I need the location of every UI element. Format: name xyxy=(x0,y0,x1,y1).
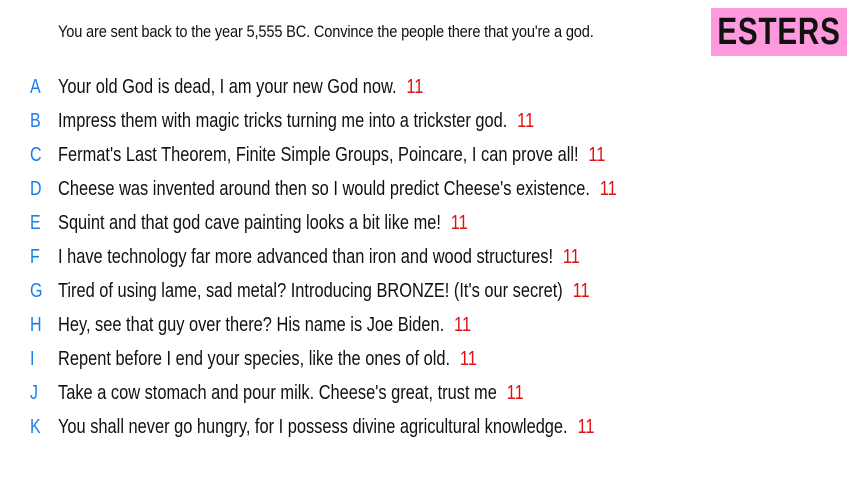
answer-option-a[interactable]: A Your old God is dead, I am your new Go… xyxy=(0,70,853,104)
answer-text: You shall never go hungry, for I possess… xyxy=(58,415,568,438)
answer-letter: J xyxy=(30,381,38,404)
answer-text: Your old God is dead, I am your new God … xyxy=(58,75,397,98)
answer-letter: D xyxy=(30,177,42,200)
answer-score: 11 xyxy=(454,313,472,336)
answer-letter: C xyxy=(30,143,42,166)
answer-option-e[interactable]: E Squint and that god cave painting look… xyxy=(0,206,853,240)
answer-letter: G xyxy=(30,279,43,302)
answer-score: 11 xyxy=(406,75,424,98)
answer-letter: H xyxy=(30,313,42,336)
answer-content: Cheese was invented around then so I wou… xyxy=(58,178,617,201)
answer-text: Impress them with magic tricks turning m… xyxy=(58,109,508,132)
answer-text: Cheese was invented around then so I wou… xyxy=(58,177,590,200)
answer-option-k[interactable]: K You shall never go hungry, for I posse… xyxy=(0,410,853,444)
answer-content: Impress them with magic tricks turning m… xyxy=(58,110,534,133)
answer-score: 11 xyxy=(450,211,468,234)
brand-badge-label: ESTERS xyxy=(717,10,841,53)
answer-score: 11 xyxy=(517,109,535,132)
answer-letter: F xyxy=(30,245,40,268)
question-prompt: You are sent back to the year 5,555 BC. … xyxy=(58,22,594,41)
answer-option-i[interactable]: I Repent before I end your species, like… xyxy=(0,342,853,376)
answer-option-d[interactable]: D Cheese was invented around then so I w… xyxy=(0,172,853,206)
answer-content: Hey, see that guy over there? His name i… xyxy=(58,314,471,337)
answer-option-c[interactable]: C Fermat's Last Theorem, Finite Simple G… xyxy=(0,138,853,172)
answer-content: Your old God is dead, I am your new God … xyxy=(58,76,423,99)
answer-option-g[interactable]: G Tired of using lame, sad metal? Introd… xyxy=(0,274,853,308)
answer-text: Repent before I end your species, like t… xyxy=(58,347,451,370)
answer-letter: K xyxy=(30,415,41,438)
answer-option-f[interactable]: F I have technology far more advanced th… xyxy=(0,240,853,274)
answer-letter: A xyxy=(30,75,41,98)
answer-text: Tired of using lame, sad metal? Introduc… xyxy=(58,279,563,302)
answer-letter: I xyxy=(30,347,35,370)
answer-content: You shall never go hungry, for I possess… xyxy=(58,416,594,439)
answer-score: 11 xyxy=(599,177,617,200)
brand-badge: ESTERS xyxy=(711,8,847,56)
answer-score: 11 xyxy=(562,245,580,268)
answer-option-j[interactable]: J Take a cow stomach and pour milk. Chee… xyxy=(0,376,853,410)
answer-content: Fermat's Last Theorem, Finite Simple Gro… xyxy=(58,144,605,167)
answer-score: 11 xyxy=(577,415,595,438)
answer-content: Repent before I end your species, like t… xyxy=(58,348,477,371)
answer-option-h[interactable]: H Hey, see that guy over there? His name… xyxy=(0,308,853,342)
answer-content: Take a cow stomach and pour milk. Cheese… xyxy=(58,382,524,405)
answer-letter: B xyxy=(30,109,41,132)
answer-letter: E xyxy=(30,211,41,234)
answer-option-b[interactable]: B Impress them with magic tricks turning… xyxy=(0,104,853,138)
answer-score: 11 xyxy=(572,279,590,302)
answer-text: I have technology far more advanced than… xyxy=(58,245,554,268)
answer-content: I have technology far more advanced than… xyxy=(58,246,580,269)
answer-score: 11 xyxy=(459,347,477,370)
answer-text: Hey, see that guy over there? His name i… xyxy=(58,313,445,336)
answer-text: Fermat's Last Theorem, Finite Simple Gro… xyxy=(58,143,579,166)
answer-score: 11 xyxy=(506,381,524,404)
answer-content: Tired of using lame, sad metal? Introduc… xyxy=(58,280,590,303)
answer-text: Squint and that god cave painting looks … xyxy=(58,211,441,234)
answer-text: Take a cow stomach and pour milk. Cheese… xyxy=(58,381,497,404)
answer-content: Squint and that god cave painting looks … xyxy=(58,212,468,235)
answer-score: 11 xyxy=(588,143,606,166)
